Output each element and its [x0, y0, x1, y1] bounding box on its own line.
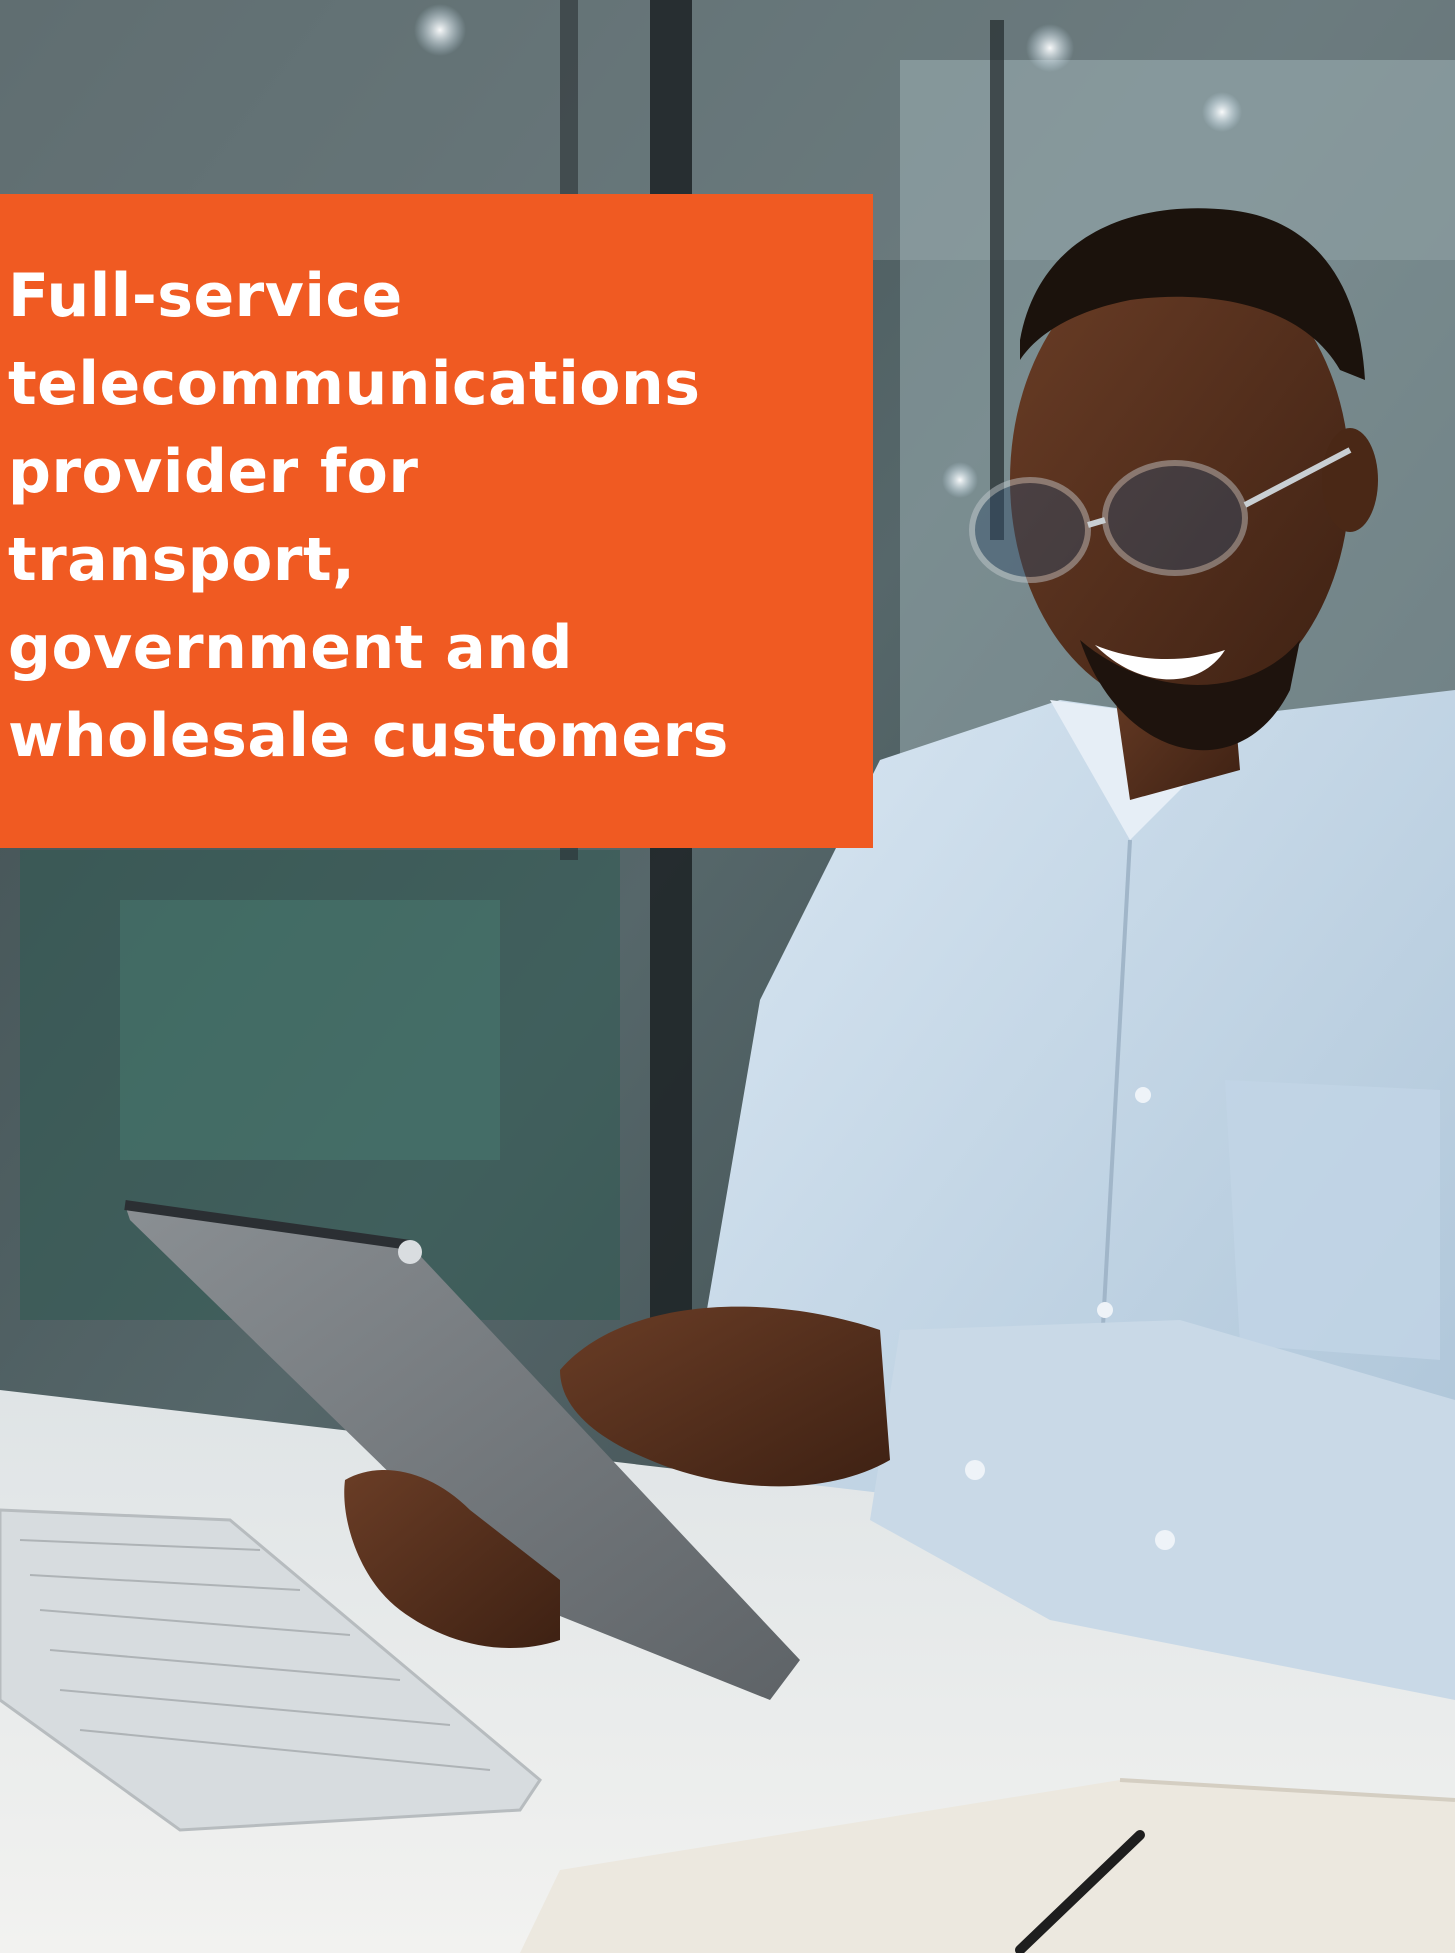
headline-banner: Full-service telecommunications provider…: [0, 194, 873, 848]
headline-text: Full-service telecommunications provider…: [8, 261, 729, 771]
